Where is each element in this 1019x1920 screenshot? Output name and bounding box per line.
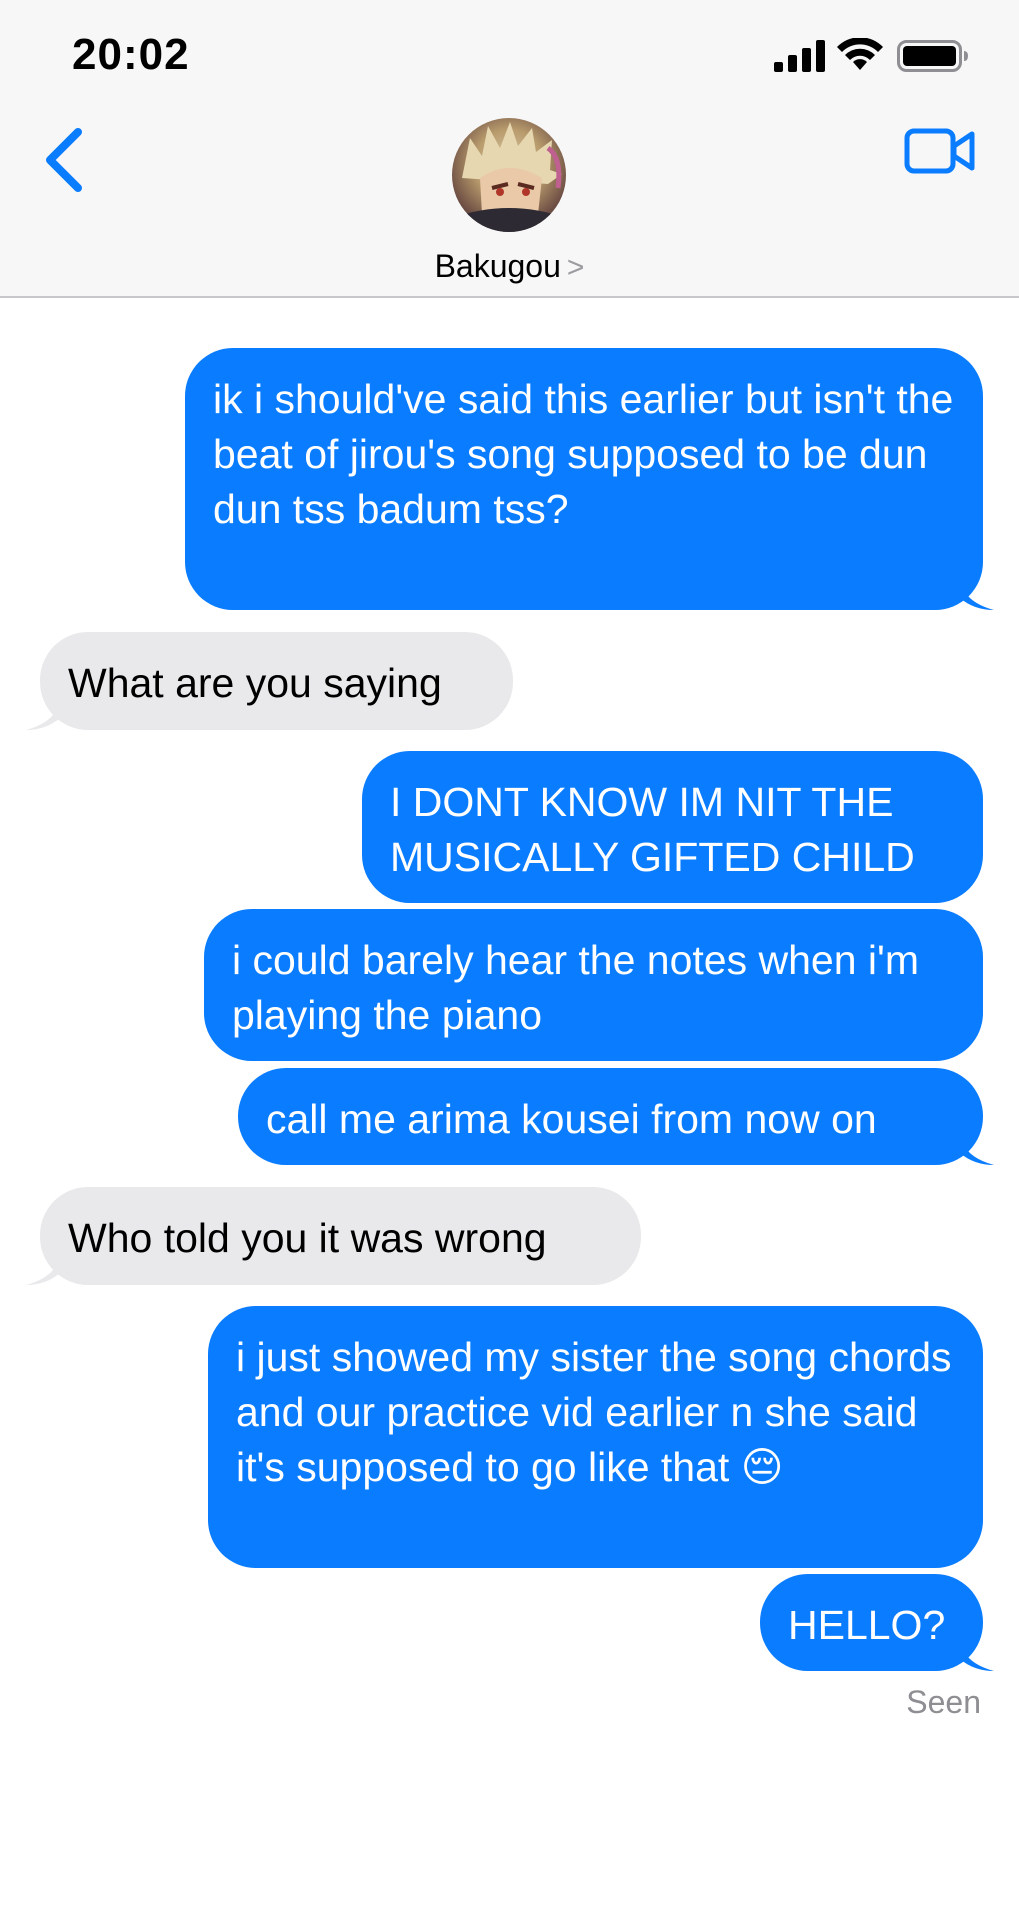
wifi-icon (837, 38, 883, 70)
bubble-tail (26, 700, 60, 730)
status-time: 20:02 (72, 30, 190, 79)
message-bubble-sent[interactable]: call me arima kousei from now on (238, 1068, 983, 1165)
video-call-icon[interactable] (904, 126, 976, 176)
bubble-tail (960, 1641, 994, 1671)
contact-name-button[interactable]: Bakugou > (0, 248, 1019, 285)
message-bubble-sent[interactable]: HELLO? (760, 1574, 983, 1671)
contact-avatar[interactable] (452, 118, 566, 232)
message-bubble-sent[interactable]: i could barely hear the notes when i'm p… (204, 909, 983, 1061)
message-bubble-sent[interactable]: i just showed my sister the song chords … (208, 1306, 983, 1568)
back-chevron-icon[interactable] (40, 126, 90, 194)
conversation-header: 20:02 Bakugou > (0, 0, 1019, 298)
battery-icon (897, 40, 968, 72)
message-bubble-received[interactable]: What are you saying (40, 632, 513, 730)
chevron-right-icon: > (566, 251, 585, 284)
bubble-tail (960, 580, 994, 610)
message-bubble-received[interactable]: Who told you it was wrong (40, 1187, 641, 1285)
read-receipt: Seen (906, 1684, 981, 1720)
bubble-tail (960, 1135, 994, 1165)
avatar-illustration (452, 122, 566, 232)
message-bubble-sent[interactable]: I DONT KNOW IM NIT THE MUSICALLY GIFTED … (362, 751, 983, 903)
contact-name: Bakugou (434, 248, 561, 284)
message-bubble-sent[interactable]: ik i should've said this earlier but isn… (185, 348, 983, 610)
messages-screen: 20:02 Bakugou > ik i should've said this… (0, 0, 1019, 1920)
cellular-signal-icon (774, 40, 825, 72)
bubble-tail (26, 1255, 60, 1285)
